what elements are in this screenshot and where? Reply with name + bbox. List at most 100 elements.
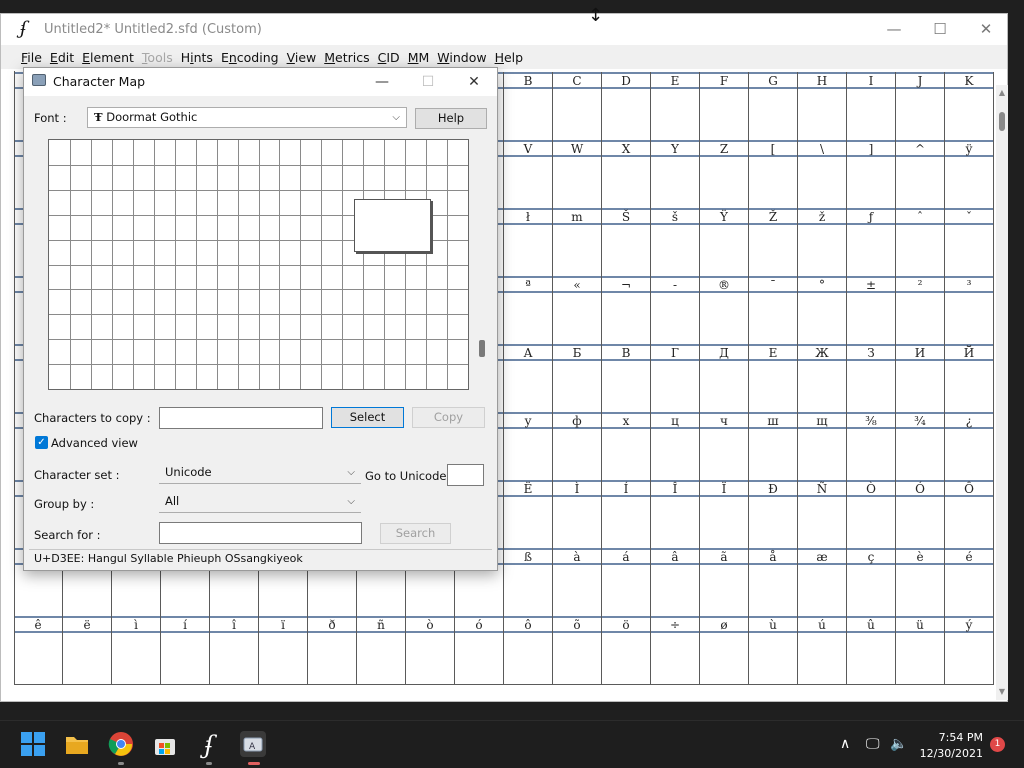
glyph-cell[interactable]: - bbox=[651, 276, 700, 344]
glyph-cell[interactable]: ª bbox=[504, 276, 553, 344]
maximize-icon[interactable]: ☐ bbox=[917, 14, 963, 44]
glyph-cell[interactable]: ¾ bbox=[896, 412, 945, 480]
fontforge-icon[interactable]: ʄ bbox=[196, 731, 222, 759]
glyph-cell[interactable]: ð bbox=[308, 616, 357, 684]
charmap-icon[interactable]: A bbox=[240, 731, 266, 757]
glyph-cell[interactable]: F bbox=[700, 72, 749, 140]
glyph-cell[interactable]: ÿ bbox=[945, 140, 994, 208]
glyph-cell[interactable]: V bbox=[504, 140, 553, 208]
glyph-cell[interactable]: ш bbox=[749, 412, 798, 480]
glyph-cell[interactable]: ï bbox=[259, 616, 308, 684]
menu-cid[interactable]: CID bbox=[378, 50, 400, 65]
glyph-cell[interactable]: J bbox=[896, 72, 945, 140]
notification-badge[interactable]: 1 bbox=[990, 737, 1005, 752]
glyph-cell[interactable]: « bbox=[553, 276, 602, 344]
glyph-cell[interactable]: Ó bbox=[896, 480, 945, 548]
glyph-cell[interactable]: I bbox=[847, 72, 896, 140]
menu-help[interactable]: Help bbox=[495, 50, 524, 65]
glyph-cell[interactable]: ì bbox=[112, 616, 161, 684]
glyph-cell[interactable]: X bbox=[602, 140, 651, 208]
chevron-up-icon[interactable]: ∧ bbox=[840, 736, 850, 752]
menu-edit[interactable]: Edit bbox=[50, 50, 74, 65]
font-dropdown[interactable]: Ŧ Doormat Gothic ⌵ bbox=[87, 107, 407, 128]
glyph-cell[interactable]: š bbox=[651, 208, 700, 276]
glyph-cell[interactable]: ë bbox=[63, 616, 112, 684]
glyph-cell[interactable]: B bbox=[504, 72, 553, 140]
group-by-dropdown[interactable]: All ⌵ bbox=[159, 492, 361, 513]
glyph-cell[interactable]: ñ bbox=[357, 616, 406, 684]
glyph-cell[interactable]: è bbox=[896, 548, 945, 616]
glyph-cell[interactable]: ¿ bbox=[945, 412, 994, 480]
glyph-cell[interactable]: W bbox=[553, 140, 602, 208]
glyph-cell[interactable]: ц bbox=[651, 412, 700, 480]
glyph-cell[interactable]: В bbox=[602, 344, 651, 412]
glyph-cell[interactable]: Е bbox=[749, 344, 798, 412]
glyph-cell[interactable]: â bbox=[651, 548, 700, 616]
advanced-view-checkbox[interactable]: ✓ bbox=[35, 436, 48, 449]
glyph-cell[interactable]: Ÿ bbox=[700, 208, 749, 276]
glyph-cell[interactable]: G bbox=[749, 72, 798, 140]
select-button[interactable]: Select bbox=[331, 407, 404, 428]
glyph-cell[interactable]: [ bbox=[749, 140, 798, 208]
glyph-cell[interactable]: \ bbox=[798, 140, 847, 208]
fontforge-titlebar[interactable]: ʄ Untitled2* Untitled2.sfd (Custom) — ☐ … bbox=[1, 14, 1007, 44]
glyph-cell[interactable]: Д bbox=[700, 344, 749, 412]
glyph-cell[interactable]: D bbox=[602, 72, 651, 140]
glyph-cell[interactable]: Ñ bbox=[798, 480, 847, 548]
glyph-cell[interactable]: Ì bbox=[553, 480, 602, 548]
menu-hints[interactable]: Hints bbox=[181, 50, 213, 65]
glyph-cell[interactable]: Ò bbox=[847, 480, 896, 548]
glyph-cell[interactable]: Š bbox=[602, 208, 651, 276]
glyph-cell[interactable]: Ž bbox=[749, 208, 798, 276]
glyph-cell[interactable]: å bbox=[749, 548, 798, 616]
glyph-cell[interactable]: ô bbox=[504, 616, 553, 684]
close-icon[interactable]: ✕ bbox=[963, 14, 1009, 44]
glyph-cell[interactable]: û bbox=[847, 616, 896, 684]
glyph-cell[interactable]: ÷ bbox=[651, 616, 700, 684]
minimize-icon[interactable]: — bbox=[871, 14, 917, 44]
glyph-cell[interactable]: Ï bbox=[700, 480, 749, 548]
glyph-cell[interactable]: ß bbox=[504, 548, 553, 616]
glyph-cell[interactable]: ˇ bbox=[945, 208, 994, 276]
search-input[interactable] bbox=[159, 522, 362, 544]
glyph-cell[interactable]: Ж bbox=[798, 344, 847, 412]
glyph-cell[interactable]: Г bbox=[651, 344, 700, 412]
glyph-cell[interactable]: ³ bbox=[945, 276, 994, 344]
glyph-cell[interactable]: ® bbox=[700, 276, 749, 344]
chars-to-copy-input[interactable] bbox=[159, 407, 323, 429]
glyph-cell[interactable]: Î bbox=[651, 480, 700, 548]
glyph-cell[interactable]: Й bbox=[945, 344, 994, 412]
glyph-cell[interactable]: ф bbox=[553, 412, 602, 480]
glyph-cell[interactable]: ü bbox=[896, 616, 945, 684]
network-icon[interactable]: 🖵 bbox=[866, 736, 880, 752]
glyph-cell[interactable]: æ bbox=[798, 548, 847, 616]
glyph-cell[interactable]: щ bbox=[798, 412, 847, 480]
glyph-cell[interactable]: ö bbox=[602, 616, 651, 684]
glyph-cell[interactable]: ° bbox=[798, 276, 847, 344]
glyph-cell[interactable]: ú bbox=[798, 616, 847, 684]
glyph-cell[interactable]: ê bbox=[14, 616, 63, 684]
chrome-icon[interactable] bbox=[108, 731, 134, 757]
glyph-cell[interactable]: Í bbox=[602, 480, 651, 548]
advanced-view-label[interactable]: Advanced view bbox=[51, 436, 138, 450]
glyph-cell[interactable]: ¬ bbox=[602, 276, 651, 344]
glyph-cell[interactable]: à bbox=[553, 548, 602, 616]
minimize-icon[interactable]: — bbox=[359, 68, 405, 96]
menu-encoding[interactable]: Encoding bbox=[221, 50, 279, 65]
glyph-cell[interactable]: Ô bbox=[945, 480, 994, 548]
glyph-cell[interactable]: E bbox=[651, 72, 700, 140]
glyph-cell[interactable]: ó bbox=[455, 616, 504, 684]
glyph-cell[interactable]: õ bbox=[553, 616, 602, 684]
glyph-cell[interactable]: ^ bbox=[896, 140, 945, 208]
glyph-cell[interactable]: é bbox=[945, 548, 994, 616]
glyph-cell[interactable]: ò bbox=[406, 616, 455, 684]
glyph-cell[interactable]: á bbox=[602, 548, 651, 616]
menu-mm[interactable]: MM bbox=[408, 50, 430, 65]
file-explorer-icon[interactable] bbox=[64, 731, 90, 757]
glyph-cell[interactable]: ç bbox=[847, 548, 896, 616]
glyph-cell[interactable]: ž bbox=[798, 208, 847, 276]
menu-file[interactable]: File bbox=[21, 50, 42, 65]
glyph-cell[interactable]: î bbox=[210, 616, 259, 684]
glyph-cell[interactable]: H bbox=[798, 72, 847, 140]
charmap-titlebar[interactable]: Character Map — ☐ ✕ bbox=[24, 68, 497, 96]
